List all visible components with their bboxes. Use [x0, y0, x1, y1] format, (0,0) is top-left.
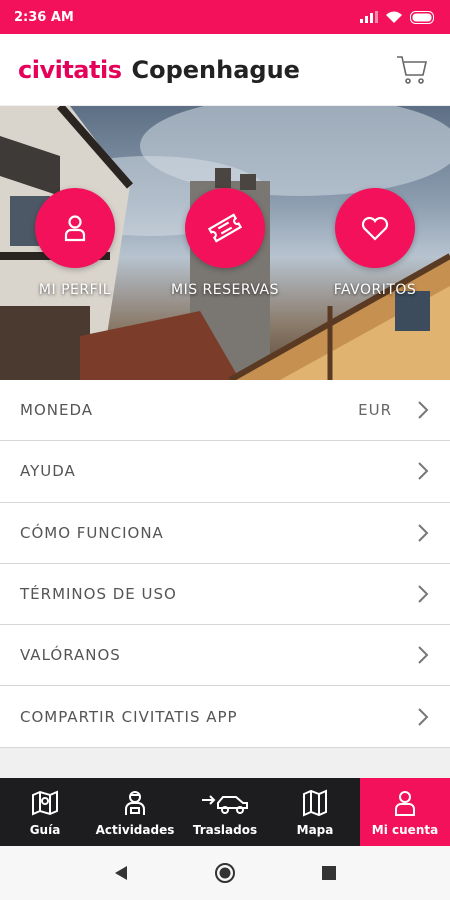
nav-tab-my-account[interactable]: Mi cuenta [360, 778, 450, 846]
menu-item-how-it-works[interactable]: CÓMO FUNCIONA [0, 502, 450, 564]
chevron-right-icon [416, 707, 430, 727]
hero-actions: MI PERFIL MIS RESERVAS FAVORITOS [0, 188, 450, 298]
nav-tab-map[interactable]: Mapa [270, 778, 360, 846]
nav-tab-guide[interactable]: Guía [0, 778, 90, 846]
menu-item-terms[interactable]: TÉRMINOS DE USO [0, 563, 450, 626]
status-time: 2:36 AM [14, 9, 74, 25]
chevron-right-icon [416, 645, 430, 665]
app-header: civitatis Copenhague [0, 34, 450, 106]
page-title: Copenhague [131, 55, 300, 84]
menu-item-share-app[interactable]: COMPARTIR CIVITATIS APP [0, 686, 450, 748]
signal-icon [360, 11, 378, 23]
currency-value: EUR [358, 401, 392, 420]
status-bar: 2:36 AM [0, 0, 450, 34]
menu-item-rate-us[interactable]: VALÓRANOS [0, 625, 450, 687]
hero-banner: MI PERFIL MIS RESERVAS FAVORITOS [0, 106, 450, 380]
my-profile-button[interactable]: MI PERFIL [0, 188, 150, 298]
my-bookings-button[interactable]: MIS RESERVAS [150, 188, 300, 298]
car-transfer-icon [200, 787, 250, 819]
nav-tab-activities[interactable]: Actividades [90, 778, 180, 846]
favorites-label: FAVORITOS [333, 282, 417, 298]
menu-item-currency[interactable]: MONEDA EUR [0, 380, 450, 442]
wifi-icon [386, 11, 402, 23]
cart-button[interactable] [392, 50, 432, 90]
chevron-right-icon [416, 461, 430, 481]
my-bookings-circle[interactable] [185, 188, 265, 268]
guide-person-icon [120, 787, 150, 819]
home-circle-icon [215, 863, 235, 883]
status-icons [360, 10, 436, 24]
home-button[interactable] [213, 861, 237, 885]
user-icon [64, 215, 86, 242]
nav-tab-label: Mapa [296, 823, 334, 837]
chevron-right-icon [416, 400, 430, 420]
chevron-right-icon [416, 584, 430, 604]
menu-item-label: AYUDA [20, 462, 76, 481]
my-profile-circle[interactable] [35, 188, 115, 268]
my-profile-label: MI PERFIL [38, 282, 112, 298]
menu-item-label: TÉRMINOS DE USO [20, 585, 177, 604]
menu-item-label: VALÓRANOS [20, 646, 121, 665]
nav-tab-label: Traslados [192, 823, 258, 837]
favorites-circle[interactable] [335, 188, 415, 268]
guide-map-icon [30, 787, 60, 819]
nav-tab-transfers[interactable]: Traslados [180, 778, 270, 846]
back-button[interactable] [109, 861, 133, 885]
system-navigation-bar [0, 846, 450, 900]
cart-icon [397, 55, 428, 84]
menu-item-label: CÓMO FUNCIONA [20, 523, 164, 542]
map-icon [300, 787, 330, 819]
recents-button[interactable] [317, 861, 341, 885]
my-bookings-label: MIS RESERVAS [171, 282, 279, 298]
settings-menu: MONEDA EUR AYUDA CÓMO FUNCIONA TÉRMINOS … [0, 380, 450, 748]
nav-tab-label: Mi cuenta [371, 823, 439, 837]
chevron-right-icon [416, 523, 430, 543]
recents-square-icon [322, 866, 336, 880]
nav-tab-label: Guía [29, 823, 61, 837]
bottom-navigation: Guía Actividades Traslados Mapa Mi cuent… [0, 778, 450, 846]
menu-footer-spacer [0, 748, 450, 778]
menu-item-label: MONEDA [20, 401, 93, 420]
brand-logo[interactable]: civitatis [18, 56, 122, 84]
ticket-icon [207, 213, 243, 243]
favorites-button[interactable]: FAVORITOS [300, 188, 450, 298]
menu-item-help[interactable]: AYUDA [0, 441, 450, 503]
back-triangle-icon [115, 866, 127, 880]
nav-tab-label: Actividades [95, 823, 175, 837]
battery-icon [410, 10, 434, 24]
user-icon [390, 787, 420, 819]
heart-icon [361, 216, 389, 241]
menu-item-label: COMPARTIR CIVITATIS APP [20, 707, 238, 726]
